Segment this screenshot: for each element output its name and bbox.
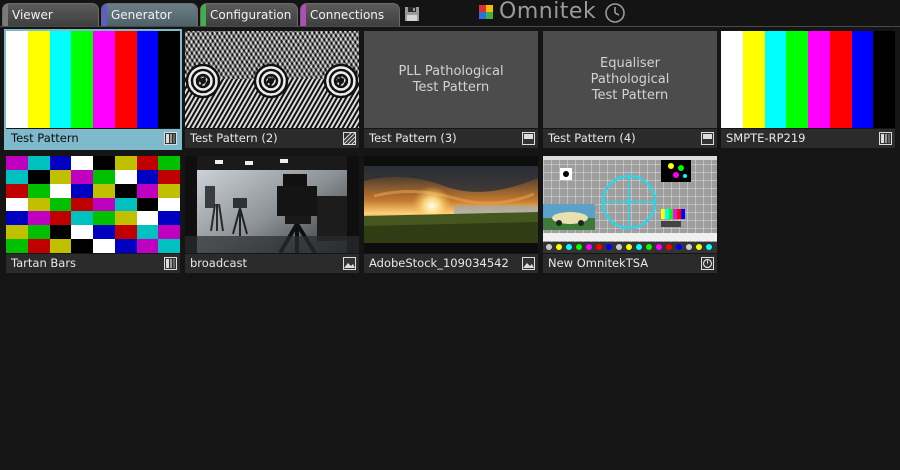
logo-mark-icon xyxy=(479,5,493,19)
pattern-tile[interactable]: Tartan Bars xyxy=(6,156,180,273)
bars-icon xyxy=(164,257,177,270)
pattern-tile[interactable]: Test Pattern (2) xyxy=(185,31,359,148)
tab-connections[interactable]: Connections xyxy=(300,3,400,26)
pattern-thumbnail xyxy=(185,156,359,253)
pattern-label: SMPTE-RP219 xyxy=(726,131,806,145)
tab-configuration[interactable]: Configuration xyxy=(200,3,298,26)
clock-icon xyxy=(701,257,714,270)
pattern-tile[interactable]: AdobeStock_109034542 xyxy=(364,156,538,273)
top-bar: Viewer Generator Configuration Connectio… xyxy=(0,0,900,27)
pattern-tile[interactable]: New OmnitekTSA xyxy=(543,156,717,273)
thumbnail-text: Equaliser Pathological Test Pattern xyxy=(590,55,670,103)
pattern-tile[interactable]: broadcast xyxy=(185,156,359,273)
colour-bars-thumbnail xyxy=(6,31,180,128)
zone-plate-thumbnail xyxy=(185,31,359,128)
image-icon xyxy=(343,257,356,270)
pattern-caption: Test Pattern xyxy=(6,129,180,148)
clock-icon xyxy=(605,3,625,23)
save-icon[interactable] xyxy=(404,6,420,22)
pattern-caption: New OmnitekTSA xyxy=(543,254,717,273)
pattern-thumbnail xyxy=(721,31,895,128)
tab-accent xyxy=(301,4,306,26)
tab-accent xyxy=(102,4,107,26)
pattern-label: Tartan Bars xyxy=(11,256,77,270)
brand-name: Omnitek xyxy=(499,0,597,24)
pattern-thumbnail: PLL Pathological Test Pattern xyxy=(364,31,538,128)
tab-label: Generator xyxy=(111,8,172,22)
pattern-label: AdobeStock_109034542 xyxy=(369,256,509,270)
pattern-caption: Test Pattern (2) xyxy=(185,129,359,148)
pattern-tile[interactable]: SMPTE-RP219 xyxy=(721,31,895,148)
window-icon xyxy=(522,132,535,145)
colour-bars-thumbnail xyxy=(721,31,895,128)
pattern-thumbnail xyxy=(185,31,359,128)
bars-icon xyxy=(164,132,177,145)
tab-generator[interactable]: Generator xyxy=(101,3,198,26)
broadcast-studio-thumbnail xyxy=(185,156,359,253)
pattern-caption: Test Pattern (4) xyxy=(543,129,717,148)
image-icon xyxy=(522,257,535,270)
pattern-label: New OmnitekTSA xyxy=(548,256,649,270)
tab-label: Viewer xyxy=(12,8,53,22)
window-icon xyxy=(701,132,714,145)
pattern-thumbnail xyxy=(364,156,538,253)
tab-label: Connections xyxy=(310,8,385,22)
tab-label: Configuration xyxy=(210,8,292,22)
pattern-tile[interactable]: PLL Pathological Test Pattern Test Patte… xyxy=(364,31,538,148)
tsa-test-chart-thumbnail xyxy=(543,156,717,253)
pattern-label: Test Pattern (2) xyxy=(190,131,278,145)
pattern-tile[interactable]: Equaliser Pathological Test Pattern Test… xyxy=(543,31,717,148)
pattern-label: Test Pattern (4) xyxy=(548,131,636,145)
pattern-label: Test Pattern (3) xyxy=(369,131,457,145)
pattern-caption: AdobeStock_109034542 xyxy=(364,254,538,273)
bars-icon xyxy=(879,132,892,145)
pattern-tile[interactable]: Test Pattern xyxy=(4,29,182,150)
generator-app: Viewer Generator Configuration Connectio… xyxy=(0,0,900,470)
pattern-thumbnail xyxy=(543,156,717,253)
sunset-photo-thumbnail xyxy=(364,166,538,243)
tab-accent xyxy=(201,4,206,26)
tab-accent xyxy=(3,4,8,26)
pattern-caption: SMPTE-RP219 xyxy=(721,129,895,148)
pattern-caption: Test Pattern (3) xyxy=(364,129,538,148)
hatch-icon xyxy=(343,132,356,145)
tab-viewer[interactable]: Viewer xyxy=(2,3,99,26)
pattern-label: broadcast xyxy=(190,256,248,270)
pattern-thumbnail xyxy=(6,31,180,128)
tartan-bars-thumbnail xyxy=(6,156,180,253)
pattern-thumbnail: Equaliser Pathological Test Pattern xyxy=(543,31,717,128)
pattern-label: Test Pattern xyxy=(11,131,79,145)
pattern-caption: broadcast xyxy=(185,254,359,273)
thumbnail-text: PLL Pathological Test Pattern xyxy=(398,63,504,95)
pattern-thumbnail xyxy=(6,156,180,253)
pattern-caption: Tartan Bars xyxy=(6,254,180,273)
